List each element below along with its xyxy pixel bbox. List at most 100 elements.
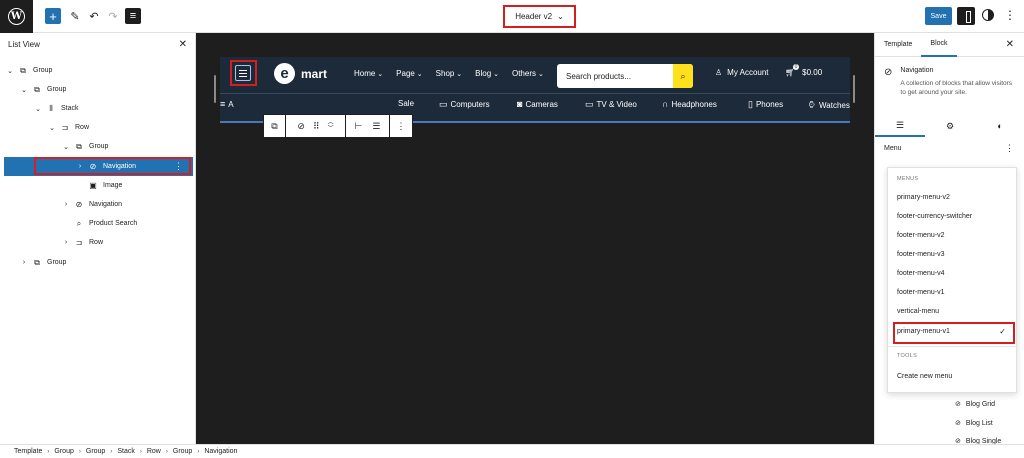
category-cameras[interactable]: ◙ Cameras bbox=[517, 99, 558, 109]
justify-space-icon[interactable]: ☰ bbox=[372, 121, 380, 132]
dropdown-group-heading: MENUS bbox=[897, 176, 919, 182]
category-phones[interactable]: ▯ Phones bbox=[748, 99, 783, 110]
breadcrumb-item[interactable]: Group bbox=[86, 448, 105, 455]
styles-icon[interactable] bbox=[982, 9, 994, 21]
chevron-down-icon[interactable]: ⌄ bbox=[34, 105, 42, 113]
tree-item-navigation[interactable]: › ⊘ Navigation bbox=[0, 195, 196, 214]
more-options-icon[interactable]: ⋮ bbox=[1004, 8, 1016, 22]
navigation-icon: ⊘ bbox=[884, 67, 893, 78]
nav-item-shop[interactable]: Shop bbox=[436, 69, 463, 78]
breadcrumb-item[interactable]: Navigation bbox=[204, 448, 237, 455]
block-title: Navigation bbox=[900, 67, 934, 74]
highlight-box bbox=[230, 60, 257, 86]
menu-option[interactable]: footer-menu-v3 bbox=[897, 251, 944, 258]
menu-option[interactable]: footer-menu-v1 bbox=[897, 289, 944, 296]
site-logo[interactable]: e mart bbox=[274, 63, 327, 84]
tree-item-label: Stack bbox=[61, 105, 79, 112]
chevron-right-icon[interactable]: › bbox=[62, 201, 70, 208]
block-pattern-item[interactable]: ⊘ Blog Grid bbox=[955, 400, 995, 409]
nav-item-page[interactable]: Page bbox=[396, 69, 423, 78]
search-button-icon[interactable]: ⌕ bbox=[673, 64, 693, 88]
add-block-button[interactable]: + bbox=[45, 8, 61, 24]
category-headphones[interactable]: ∩ Headphones bbox=[662, 99, 717, 109]
block-description: A collection of blocks that allow visito… bbox=[900, 80, 1013, 97]
tree-item-group[interactable]: › ⧉ Group bbox=[0, 253, 196, 272]
header-divider bbox=[220, 93, 850, 94]
tree-item-row[interactable]: ⌄ ⊐ Row bbox=[0, 118, 196, 137]
move-up-down-icon[interactable]: ︿ ﹀ bbox=[328, 120, 334, 132]
chevron-down-icon: ⌄ bbox=[557, 12, 564, 21]
more-options-icon[interactable]: ⋮ bbox=[390, 115, 412, 137]
category-computers[interactable]: ▭ Computers bbox=[439, 99, 490, 110]
wordpress-logo-button[interactable]: W bbox=[0, 0, 33, 33]
menu-option[interactable]: footer-currency-switcher bbox=[897, 213, 972, 220]
menu-options-icon[interactable]: ⋮ bbox=[1005, 143, 1014, 154]
gear-icon[interactable]: ⚙ bbox=[925, 115, 975, 137]
cart-link[interactable]: 🛒︎ 0 $0.00 bbox=[785, 64, 822, 77]
tab-template[interactable]: Template bbox=[875, 33, 921, 57]
pattern-icon: ⊘ bbox=[955, 401, 961, 408]
redo-icon[interactable]: ↷ bbox=[105, 8, 121, 24]
list-settings-icon[interactable]: ☰ bbox=[875, 115, 925, 137]
tree-item-group[interactable]: ⌄ ⧉ Group bbox=[0, 137, 196, 156]
nav-item-home[interactable]: Home bbox=[354, 69, 383, 78]
close-icon[interactable]: ✕ bbox=[1006, 39, 1014, 50]
chevron-right-icon[interactable]: › bbox=[62, 239, 70, 246]
navigation-icon[interactable]: ⊘ bbox=[297, 121, 305, 132]
resize-handle-left[interactable] bbox=[214, 75, 216, 103]
nav-item-blog[interactable]: Blog bbox=[475, 69, 499, 78]
user-icon: ♙ bbox=[715, 68, 723, 77]
category-watches[interactable]: ⌚︎ Watches bbox=[807, 99, 850, 112]
resize-handle-right[interactable] bbox=[853, 75, 855, 103]
product-search-input[interactable]: Search products... ⌕ bbox=[557, 64, 693, 88]
block-pattern-item[interactable]: ⊘ Blog List bbox=[955, 419, 993, 428]
tree-item-row[interactable]: › ⊐ Row bbox=[0, 233, 196, 252]
chevron-right-icon: › bbox=[165, 448, 168, 455]
menu-option-selected[interactable]: primary-menu-v1 bbox=[897, 328, 950, 335]
save-button[interactable]: Save bbox=[925, 7, 952, 25]
menu-option[interactable]: footer-menu-v4 bbox=[897, 270, 944, 277]
tree-item-navigation-selected[interactable]: › ⊘ Navigation ⋮ bbox=[4, 157, 193, 176]
parent-block-selector-icon[interactable]: ⧉ bbox=[264, 115, 286, 137]
more-options-icon[interactable]: ⋮ bbox=[174, 161, 183, 172]
tree-item-image[interactable]: ▣ Image bbox=[0, 176, 196, 195]
nav-item-others[interactable]: Others bbox=[512, 69, 544, 78]
menu-option[interactable]: primary-menu-v2 bbox=[897, 194, 950, 201]
my-account-link[interactable]: ♙ My Account bbox=[715, 68, 769, 77]
undo-icon[interactable]: ↶ bbox=[86, 8, 102, 24]
chevron-down-icon[interactable]: ⌄ bbox=[62, 143, 70, 151]
category-tv-video[interactable]: ▭ TV & Video bbox=[585, 99, 637, 110]
breadcrumb-item[interactable]: Group bbox=[173, 448, 192, 455]
drag-handle-icon[interactable]: ⠿ bbox=[313, 121, 320, 132]
chevron-down-icon[interactable]: ⌄ bbox=[20, 86, 28, 94]
close-icon[interactable]: ✕ bbox=[179, 39, 187, 50]
document-title-dropdown[interactable]: Header v2 ⌄ bbox=[503, 5, 576, 28]
category-all[interactable]: ≡ A bbox=[220, 99, 234, 109]
tree-item-group[interactable]: ⌄ ⧉ Group bbox=[0, 61, 196, 80]
settings-panel-toggle-icon[interactable] bbox=[957, 7, 975, 25]
justify-left-icon[interactable]: ⊢ bbox=[355, 121, 363, 132]
chevron-right-icon[interactable]: › bbox=[20, 259, 28, 266]
block-breadcrumb: Template › Group › Group › Stack › Row › Grou… bbox=[0, 444, 1024, 458]
breadcrumb-item[interactable]: Stack bbox=[117, 448, 135, 455]
search-placeholder: Search products... bbox=[566, 71, 631, 81]
tools-pen-icon[interactable]: ✎ bbox=[67, 8, 83, 24]
chevron-down-icon[interactable]: ⌄ bbox=[48, 124, 56, 132]
tab-block[interactable]: Block bbox=[921, 33, 957, 57]
breadcrumb-item[interactable]: Template bbox=[14, 448, 42, 455]
create-new-menu-option[interactable]: Create new menu bbox=[897, 373, 952, 380]
category-sale[interactable]: Sale bbox=[398, 99, 414, 108]
chevron-down-icon[interactable]: ⌄ bbox=[6, 67, 14, 75]
tree-item-group[interactable]: ⌄ ⧉ Group bbox=[0, 80, 196, 99]
menu-icon: ≡ bbox=[220, 99, 226, 109]
tree-item-stack[interactable]: ⌄ ⫴ Stack bbox=[0, 99, 196, 118]
tree-item-product-search[interactable]: ⌕ Product Search bbox=[0, 214, 196, 233]
breadcrumb-item[interactable]: Row bbox=[147, 448, 161, 455]
menu-select-dropdown: MENUS primary-menu-v2 footer-currency-sw… bbox=[887, 167, 1018, 393]
breadcrumb-item[interactable]: Group bbox=[54, 448, 73, 455]
site-header-preview[interactable]: e mart Home Page Shop Blog Others Search… bbox=[220, 57, 850, 138]
menu-option[interactable]: vertical-menu bbox=[897, 308, 939, 315]
list-view-button[interactable]: ≡ bbox=[125, 8, 141, 24]
menu-option[interactable]: footer-menu-v2 bbox=[897, 232, 944, 239]
styles-icon[interactable]: ◐ bbox=[975, 115, 1024, 137]
